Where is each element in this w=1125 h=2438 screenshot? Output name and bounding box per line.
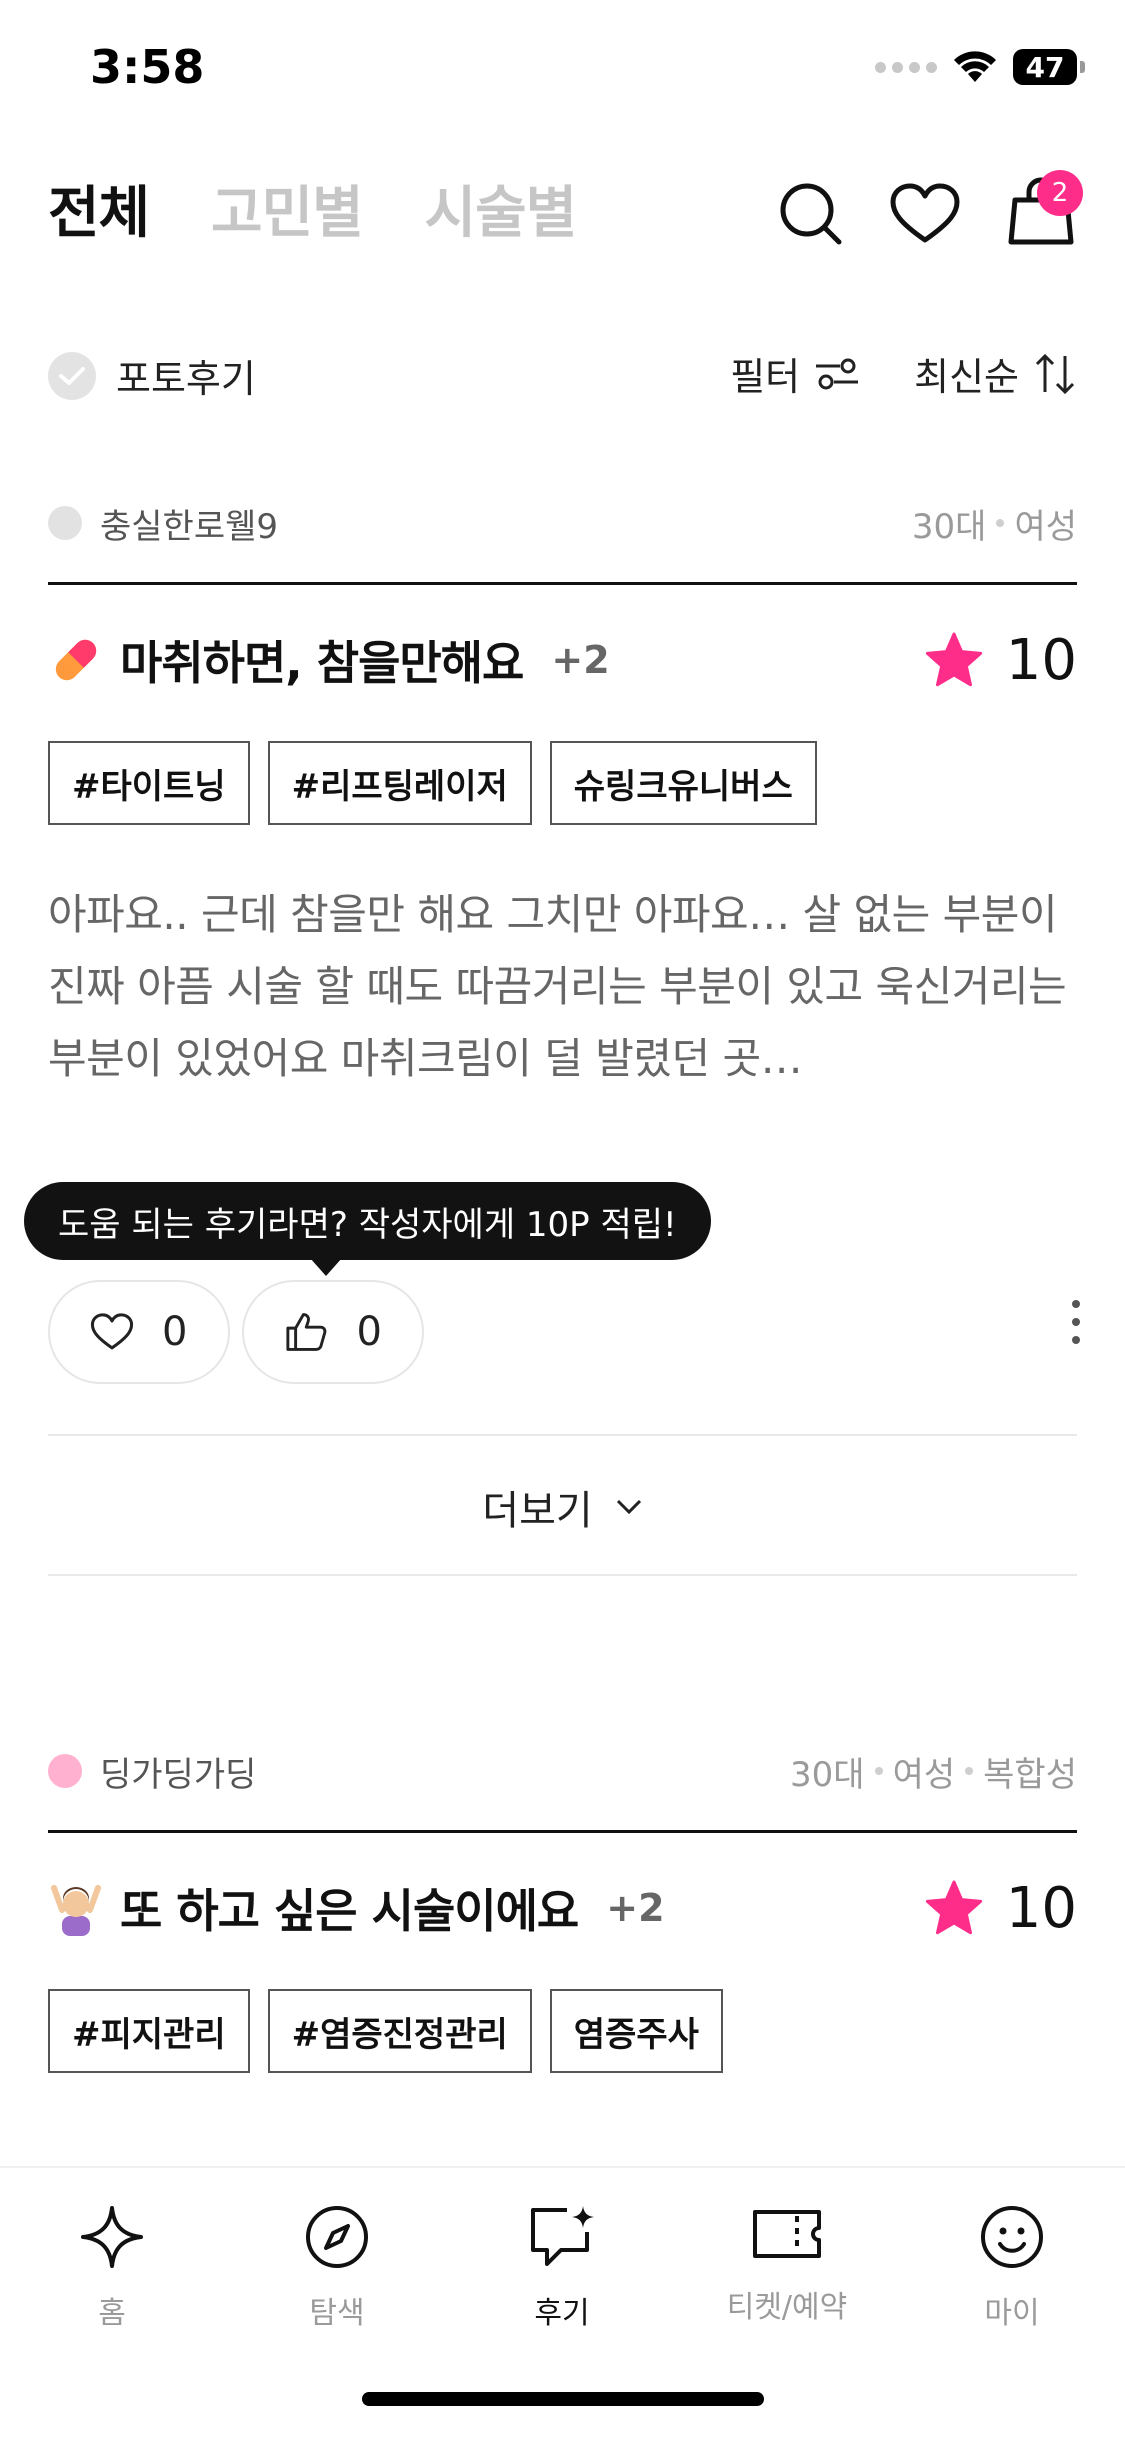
review-card: 충실한로웰9 30대 여성 마취하면, 참을만해요 +2 10 #타이트닝 #리… <box>48 498 1077 1095</box>
author-name: 충실한로웰9 <box>100 506 279 547</box>
helpful-button[interactable]: 0 <box>242 1280 424 1384</box>
reward-tooltip: 도움 되는 후기라면? 작성자에게 10P 적립! <box>24 1182 711 1276</box>
filter-button[interactable]: 필터 <box>730 346 860 401</box>
star-icon <box>925 632 982 687</box>
more-options-icon[interactable] <box>1065 1300 1087 1344</box>
photo-review-toggle[interactable]: 포토후기 <box>48 348 256 403</box>
thumbs-up-icon <box>286 1313 327 1351</box>
skin-type: 복합성 <box>983 1754 1077 1795</box>
nav-label: 티켓/예약 <box>726 2290 848 2325</box>
home-indicator <box>362 2392 764 2406</box>
review-body[interactable]: 아파요.. 근데 참을만 해요 그치만 아파요… 살 없는 부분이 진짜 아픔 … <box>48 879 1077 1095</box>
gender: 여성 <box>1014 506 1077 547</box>
see-more-label: 더보기 <box>482 1488 593 1534</box>
see-more-button[interactable]: 더보기 <box>0 1478 1125 1536</box>
sparkle-icon <box>81 2206 143 2268</box>
header-actions: 2 <box>777 170 1083 252</box>
helpful-count: 0 <box>356 1309 382 1355</box>
author-demographics: 30대 여성 <box>912 499 1077 548</box>
procedure-extra-count: +2 <box>606 1886 665 1930</box>
divider <box>48 582 1077 585</box>
cart-button[interactable]: 2 <box>1005 170 1083 252</box>
procedure-tag[interactable]: #리프팅레이저 <box>267 741 532 825</box>
photo-review-label: 포토후기 <box>116 357 256 401</box>
review-title: 마취하면, 참을만해요 <box>120 636 524 690</box>
review-rating: 10 <box>924 1876 1077 1941</box>
filter-label: 필터 <box>730 355 801 399</box>
review-author[interactable]: 딩가딩가딩 <box>48 1747 256 1796</box>
search-icon[interactable] <box>777 180 845 248</box>
wifi-icon <box>954 51 996 82</box>
author-name: 딩가딩가딩 <box>100 1754 257 1795</box>
cart-count-badge: 2 <box>1037 170 1083 216</box>
heart-icon <box>90 1313 134 1350</box>
ticket-icon <box>753 2210 821 2258</box>
procedure-tag[interactable]: #피지관리 <box>48 1989 250 2073</box>
nav-label: 후기 <box>534 2296 590 2331</box>
sort-button[interactable]: 최신순 <box>914 346 1077 401</box>
nav-tickets[interactable]: 티켓/예약 <box>687 2204 887 2326</box>
divider <box>48 1434 1077 1436</box>
status-indicators: 47 <box>875 44 1085 90</box>
tab-by-procedure[interactable]: 시술별 <box>425 168 578 249</box>
sort-label: 최신순 <box>914 355 1019 399</box>
divider <box>48 1830 1077 1833</box>
nav-label: 마이 <box>984 2296 1040 2331</box>
review-tabs: 전체 고민별 시술별 <box>48 168 578 249</box>
nav-label: 탐색 <box>309 2296 365 2331</box>
chevron-down-icon <box>616 1499 641 1515</box>
procedure-tags: #타이트닝 #리프팅레이저 슈링크유니버스 <box>48 741 1077 825</box>
nav-label: 홈 <box>98 2296 126 2331</box>
procedure-tag[interactable]: #염증진정관리 <box>267 1989 532 2073</box>
heart-icon[interactable] <box>889 182 961 246</box>
pill-icon <box>55 639 97 681</box>
nav-my[interactable]: 마이 <box>912 2204 1112 2332</box>
procedure-extra-count: +2 <box>551 638 610 682</box>
battery-indicator: 47 <box>1013 49 1085 85</box>
nav-reviews[interactable]: 후기 <box>462 2204 662 2332</box>
divider <box>48 1574 1077 1576</box>
review-card: 딩가딩가딩 30대 여성 복합성 또 하고 싶은 시술이에요 +2 10 #피지… <box>48 1746 1077 2073</box>
gender: 여성 <box>892 1754 956 1795</box>
rating-value: 10 <box>1005 627 1077 693</box>
tab-all[interactable]: 전체 <box>48 168 150 249</box>
avatar <box>48 506 82 540</box>
procedure-tag[interactable]: #타이트닝 <box>48 741 250 825</box>
procedure-tag[interactable]: 슈링크유니버스 <box>549 741 817 825</box>
sort-filter-bar: 필터 최신순 <box>730 346 1077 401</box>
tab-by-concern[interactable]: 고민별 <box>211 168 364 249</box>
author-demographics: 30대 여성 복합성 <box>790 1747 1077 1796</box>
review-rating: 10 <box>924 628 1077 693</box>
review-title: 또 하고 싶은 시술이에요 <box>120 1884 579 1938</box>
rating-value: 10 <box>1005 1875 1077 1941</box>
nav-home[interactable]: 홈 <box>12 2204 212 2332</box>
age-group: 30대 <box>790 1754 865 1795</box>
status-time: 3:58 <box>90 40 205 94</box>
cellular-signal-icon <box>875 61 937 73</box>
filter-sliders-icon <box>816 358 859 389</box>
review-author[interactable]: 충실한로웰9 <box>48 499 278 548</box>
procedure-tags: #피지관리 #염증진정관리 염증주사 <box>48 1989 1077 2073</box>
person-ok-gesture-icon <box>51 1885 101 1936</box>
smiley-icon <box>981 2206 1043 2268</box>
star-icon <box>925 1880 982 1935</box>
avatar <box>48 1754 82 1788</box>
review-chat-icon <box>531 2206 594 2266</box>
checkmark-icon <box>48 351 96 400</box>
like-button[interactable]: 0 <box>48 1280 230 1384</box>
procedure-tag[interactable]: 염증주사 <box>549 1989 723 2073</box>
age-group: 30대 <box>911 506 987 547</box>
like-count: 0 <box>162 1309 188 1355</box>
compass-icon <box>306 2206 368 2268</box>
sort-arrows-icon <box>1035 353 1075 394</box>
nav-explore[interactable]: 탐색 <box>237 2204 437 2332</box>
